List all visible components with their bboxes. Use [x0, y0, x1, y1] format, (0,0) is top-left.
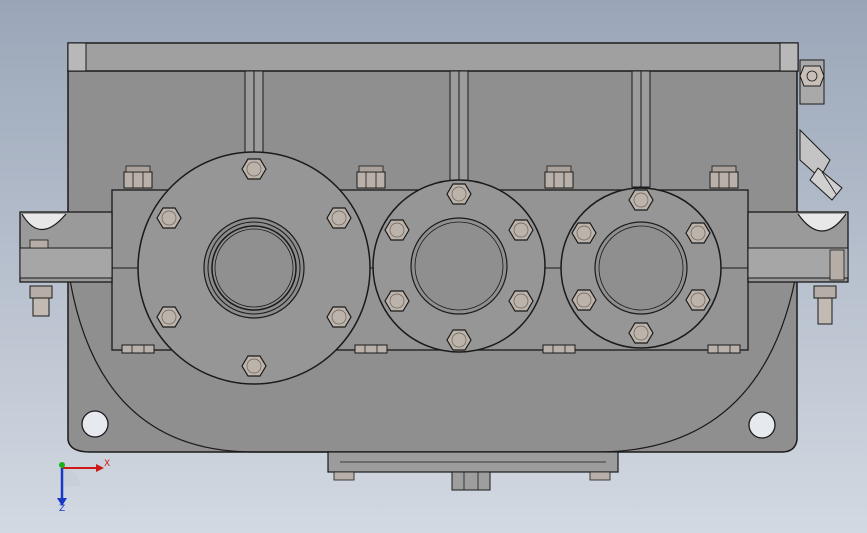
input-shaft-flange — [137, 151, 371, 385]
oil-level-plug — [799, 59, 825, 105]
bottom-plate — [327, 451, 619, 491]
y-axis-dot — [59, 462, 65, 468]
intermediate-shaft-flange — [372, 179, 546, 353]
gearbox-model-front-view[interactable] — [0, 0, 867, 533]
top-cover — [67, 42, 799, 72]
x-axis-arrow — [96, 464, 104, 472]
triad-quadrant — [62, 468, 80, 486]
cad-viewport[interactable]: X Z — [0, 0, 867, 533]
dipstick-fitting — [799, 128, 843, 201]
axis-triad: X Z — [40, 448, 120, 528]
output-shaft-flange — [560, 187, 722, 349]
z-axis-label: Z — [59, 504, 66, 514]
x-axis-label: X — [104, 459, 111, 469]
